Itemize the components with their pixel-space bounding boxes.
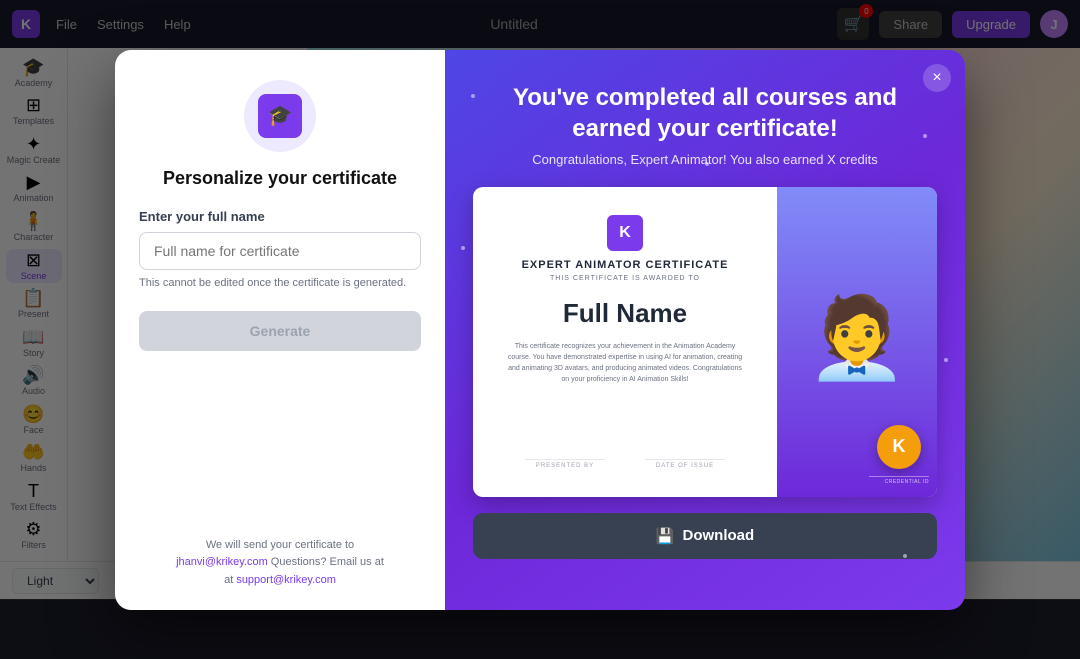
cert-logo: K [607, 215, 643, 251]
cert-credential: CREDENTIAL ID [869, 476, 929, 485]
input-label: Enter your full name [139, 209, 421, 224]
download-label: Download [683, 527, 755, 544]
close-button[interactable]: × [923, 64, 951, 92]
modal-overlay: 🎓 Personalize your certificate Enter you… [0, 0, 1080, 659]
footer-support-email[interactable]: support@krikey.com [236, 574, 336, 586]
cert-footer: PRESENTED BY DATE OF ISSUE [525, 459, 725, 469]
cert-presented-by: PRESENTED BY [525, 459, 605, 469]
modal-icon-wrap: 🎓 [244, 80, 316, 152]
cert-body-text: This certificate recognizes your achieve… [505, 341, 745, 386]
cert-title: EXPERT ANIMATOR CERTIFICATE [522, 259, 729, 271]
modal-left-panel: 🎓 Personalize your certificate Enter you… [115, 50, 445, 610]
cert-subtitle: THIS CERTIFICATE IS AWARDED TO [550, 275, 700, 282]
modal-right-panel: × You've completed all courses and earne… [445, 50, 965, 610]
certificate-icon: 🎓 [258, 94, 302, 138]
cert-date-issue: DATE OF ISSUE [645, 459, 725, 469]
modal-subheading: Congratulations, Expert Animator! You al… [532, 152, 877, 167]
cert-avatar-figure: 🧑‍💼 [807, 298, 907, 378]
footer-email[interactable]: jhanvi@krikey.com [176, 556, 268, 568]
cert-recipient-name: Full Name [563, 298, 687, 329]
cert-left: K EXPERT ANIMATOR CERTIFICATE THIS CERTI… [473, 187, 777, 497]
download-button[interactable]: 💾 Download [473, 513, 937, 559]
app-background: K File Settings Help Untitled 🛒 0 Share … [0, 0, 1080, 659]
modal-container: 🎓 Personalize your certificate Enter you… [115, 50, 965, 610]
input-hint: This cannot be edited once the certifica… [139, 276, 421, 291]
modal-heading: You've completed all courses and earned … [473, 82, 937, 144]
cert-right: 🧑‍💼 K CREDENTIAL ID [777, 187, 937, 497]
fullname-input[interactable] [139, 232, 421, 270]
download-icon: 💾 [656, 527, 675, 545]
certificate-preview: K EXPERT ANIMATOR CERTIFICATE THIS CERTI… [473, 187, 937, 497]
generate-button[interactable]: Generate [139, 311, 421, 351]
modal-footer: We will send your certificate to jhanvi@… [176, 537, 384, 590]
personalize-title: Personalize your certificate [163, 168, 397, 189]
cert-badge: K [877, 425, 921, 469]
